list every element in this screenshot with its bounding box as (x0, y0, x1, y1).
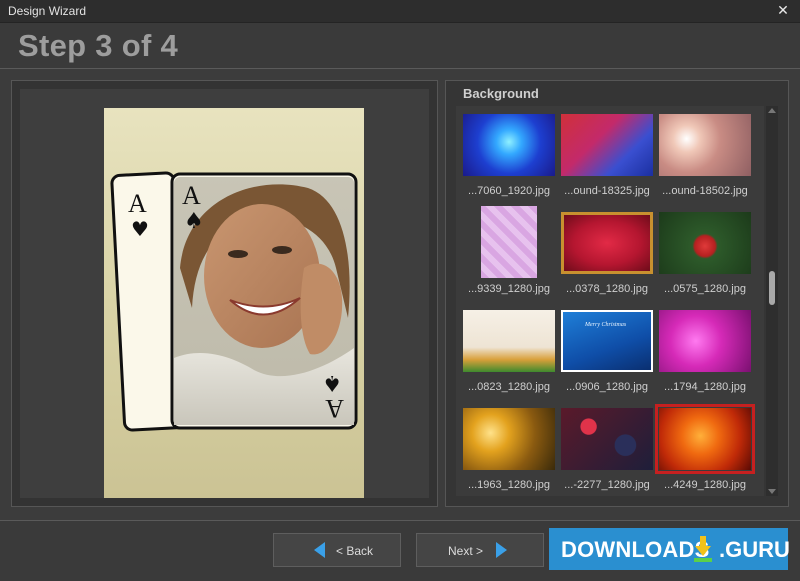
background-thumbnail[interactable]: ...ound-18502.jpg (659, 114, 751, 210)
thumbnail-image (481, 206, 537, 278)
front-card-suit-bottom: ♠ (322, 370, 342, 395)
step-title: Step 3 of 4 (18, 28, 179, 63)
back-button[interactable]: < Back (273, 533, 401, 567)
background-thumbnail[interactable]: ...0575_1280.jpg (659, 212, 751, 308)
thumbnail-image (463, 408, 555, 470)
next-button-label: Next > (448, 544, 484, 558)
front-card: A ♠ A ♠ (170, 172, 358, 430)
background-thumbnail[interactable]: ...1963_1280.jpg (463, 408, 555, 496)
preview-inner: A ♥ A ♠ A ♠ (20, 89, 429, 498)
background-thumbnail[interactable]: ...-2277_1280.jpg (561, 408, 653, 496)
design-preview: A ♥ A ♠ A ♠ (104, 108, 364, 498)
thumbnail-caption: ...ound-18325.jpg (564, 185, 650, 197)
arrow-left-icon (314, 542, 325, 558)
watermark-right-text: .GURU (719, 537, 790, 562)
vertical-scrollbar[interactable] (766, 106, 778, 496)
thumbnail-caption: ...0575_1280.jpg (664, 283, 746, 295)
thumbnail-caption: ...7060_1920.jpg (468, 185, 550, 197)
wizard-header: Step 3 of 4 (0, 23, 800, 69)
background-thumbnail[interactable]: Merry Christmas ...0906_1280.jpg (561, 310, 653, 406)
front-card-rank-bottom: A (325, 394, 344, 423)
thumbnail-image (561, 114, 653, 176)
thumbnail-image (655, 404, 755, 474)
thumbnail-image (561, 212, 653, 274)
arrow-right-shape (496, 542, 507, 558)
thumbnail-grid: ...7060_1920.jpg ...ound-18325.jpg ...ou… (456, 106, 764, 496)
background-thumbnail[interactable]: ...9339_1280.jpg (463, 206, 555, 308)
back-card-suit: ♥ (131, 217, 149, 241)
preview-panel: A ♥ A ♠ A ♠ (11, 80, 438, 507)
front-card-rank: A (182, 181, 201, 210)
background-panel: Background ...7060_1920.jpg ...ound-1832… (445, 80, 789, 507)
thumbnail-caption: ...0906_1280.jpg (566, 381, 648, 393)
arrow-left-shape (314, 542, 325, 558)
background-thumbnail[interactable]: ...0823_1280.jpg (463, 310, 555, 406)
arrow-right-icon (496, 542, 507, 558)
thumbnail-image (463, 114, 555, 176)
next-button[interactable]: Next > (416, 533, 544, 567)
thumbnail-caption: ...1963_1280.jpg (468, 479, 550, 491)
thumbnail-image (659, 310, 751, 372)
background-thumbnail[interactable]: ...4249_1280.jpg (655, 404, 755, 496)
back-button-label: < Back (336, 544, 374, 558)
thumbnail-image: Merry Christmas (561, 310, 653, 372)
background-thumbnail[interactable]: ...7060_1920.jpg (463, 114, 555, 210)
close-icon[interactable]: ✕ (774, 1, 792, 19)
background-thumbnail[interactable]: ...1794_1280.jpg (659, 310, 751, 406)
watermark-left-text: DOWNLOADS (561, 537, 710, 562)
thumbnail-caption: ...0378_1280.jpg (566, 283, 648, 295)
thumbnail-image (659, 212, 751, 274)
back-card-rank: A (128, 189, 147, 218)
title-bar: Design Wizard ✕ (0, 0, 800, 23)
scroll-up-icon[interactable] (768, 108, 776, 113)
thumbnail-caption: ...-2277_1280.jpg (564, 479, 650, 491)
thumbnail-image (561, 408, 653, 470)
window-title: Design Wizard (8, 4, 87, 18)
background-thumbnail[interactable]: ...0378_1280.jpg (561, 212, 653, 308)
front-card-suit: ♠ (184, 209, 204, 234)
thumbnail-caption: ...1794_1280.jpg (664, 381, 746, 393)
scroll-down-icon[interactable] (768, 489, 776, 494)
playing-card-preview: A ♥ A ♠ A ♠ (110, 171, 358, 432)
thumbnail-caption: ...9339_1280.jpg (468, 283, 550, 295)
thumbnail-caption: ...0823_1280.jpg (468, 381, 550, 393)
scroll-thumb[interactable] (769, 271, 775, 305)
download-arrow-icon (694, 536, 712, 562)
thumbnail-image (463, 310, 555, 372)
downloads-guru-watermark: DOWNLOADS .GURU (549, 528, 790, 570)
thumbnail-overlay-text: Merry Christmas (585, 322, 627, 328)
thumbnail-caption: ...ound-18502.jpg (662, 185, 748, 197)
background-label: Background (463, 86, 539, 101)
background-thumbnail[interactable]: ...ound-18325.jpg (561, 114, 653, 210)
thumbnail-caption: ...4249_1280.jpg (664, 479, 746, 491)
thumbnail-image (659, 114, 751, 176)
